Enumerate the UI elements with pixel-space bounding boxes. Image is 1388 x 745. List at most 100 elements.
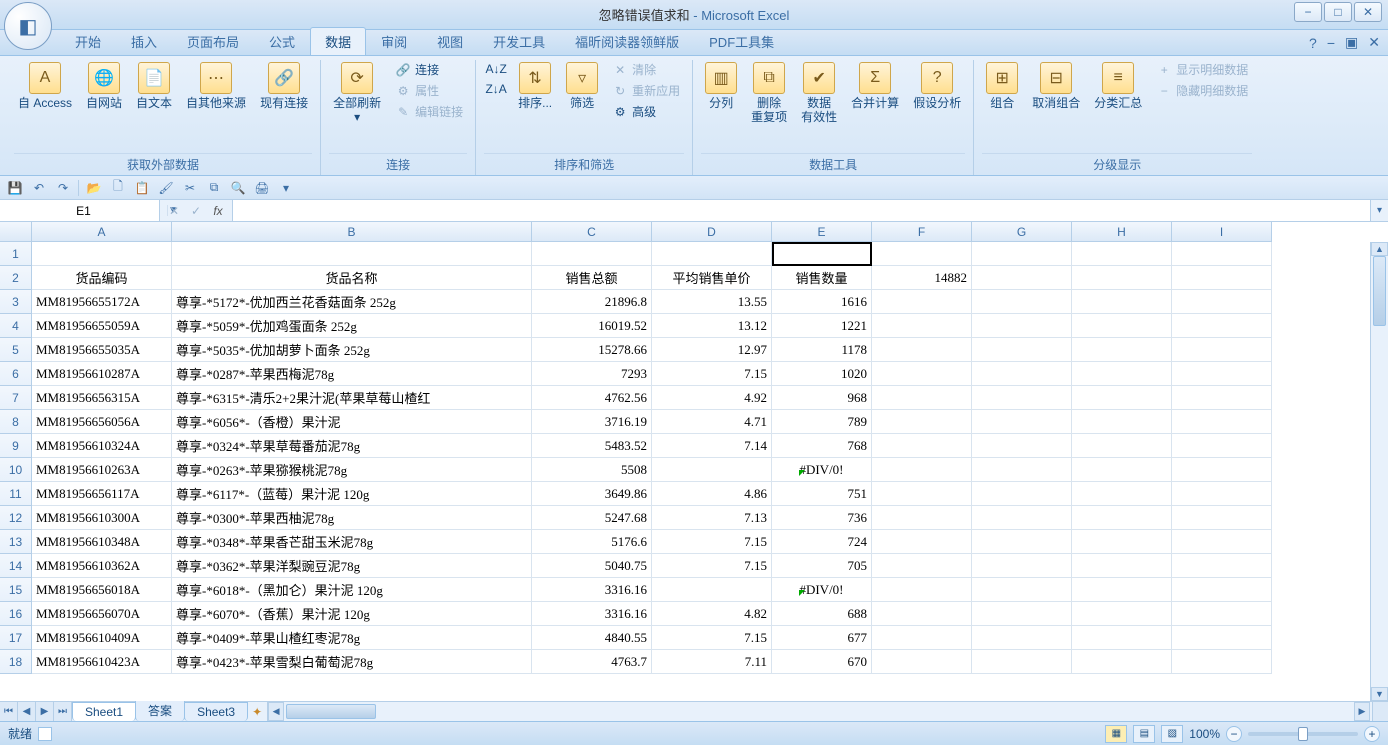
column-header[interactable]: G: [972, 222, 1072, 242]
cell[interactable]: MM81956610287A: [32, 362, 172, 386]
hscroll-thumb[interactable]: [286, 704, 376, 719]
scroll-right-icon[interactable]: ▶: [1354, 702, 1370, 721]
cell[interactable]: [972, 266, 1072, 290]
ribbon-tab-3[interactable]: 公式: [254, 27, 310, 55]
cell[interactable]: [1172, 530, 1272, 554]
row-header[interactable]: 4: [0, 314, 32, 338]
data-tool-button[interactable]: ⧉删除重复项: [747, 60, 791, 127]
cell[interactable]: [972, 290, 1072, 314]
name-box[interactable]: ▼: [0, 200, 160, 221]
cell[interactable]: #DIV/0!: [772, 578, 872, 602]
cell[interactable]: 7.15: [652, 554, 772, 578]
ribbon-tab-6[interactable]: 视图: [422, 27, 478, 55]
cell[interactable]: 7.11: [652, 650, 772, 674]
row-header[interactable]: 18: [0, 650, 32, 674]
cell[interactable]: [872, 578, 972, 602]
cell[interactable]: [652, 578, 772, 602]
data-tool-button[interactable]: ▥分列: [701, 60, 741, 112]
cell[interactable]: MM81956655172A: [32, 290, 172, 314]
cell[interactable]: 3316.16: [532, 602, 652, 626]
cell[interactable]: [872, 506, 972, 530]
cell[interactable]: [1072, 506, 1172, 530]
print-preview-icon[interactable]: 🔍: [229, 179, 247, 197]
zoom-slider[interactable]: [1248, 732, 1358, 736]
cell[interactable]: [652, 242, 772, 266]
cell[interactable]: 尊享-*0348*-苹果香芒甜玉米泥78g: [172, 530, 532, 554]
cell[interactable]: 688: [772, 602, 872, 626]
cell[interactable]: 销售数量: [772, 266, 872, 290]
row-header[interactable]: 8: [0, 410, 32, 434]
cell[interactable]: [1172, 242, 1272, 266]
cell[interactable]: [532, 242, 652, 266]
column-header[interactable]: C: [532, 222, 652, 242]
cell[interactable]: 平均销售单价: [652, 266, 772, 290]
zoom-in-button[interactable]: +: [1364, 726, 1380, 742]
zoom-level[interactable]: 100%: [1189, 727, 1220, 741]
outline-button[interactable]: ≡分类汇总: [1090, 60, 1146, 112]
sheet-nav-first[interactable]: ⏮: [0, 702, 18, 721]
copy-icon[interactable]: ⧉: [205, 179, 223, 197]
cell[interactable]: [972, 434, 1072, 458]
cell[interactable]: 705: [772, 554, 872, 578]
cell[interactable]: [872, 434, 972, 458]
cell[interactable]: [972, 338, 1072, 362]
cell[interactable]: 尊享-*5035*-优加胡萝卜面条 252g: [172, 338, 532, 362]
cell[interactable]: MM81956610348A: [32, 530, 172, 554]
cell[interactable]: 13.12: [652, 314, 772, 338]
row-header[interactable]: 14: [0, 554, 32, 578]
cell[interactable]: [872, 242, 972, 266]
outline-button[interactable]: ⊞组合: [982, 60, 1022, 112]
column-headers[interactable]: ABCDEFGHI: [32, 222, 1370, 242]
cell[interactable]: 7293: [532, 362, 652, 386]
outline-button[interactable]: ⊟取消组合: [1028, 60, 1084, 112]
cell[interactable]: [1172, 338, 1272, 362]
select-all-corner[interactable]: [0, 222, 32, 242]
cell[interactable]: 670: [772, 650, 872, 674]
ribbon-tab-7[interactable]: 开发工具: [478, 27, 560, 55]
cell[interactable]: [872, 362, 972, 386]
ribbon-tab-9[interactable]: PDF工具集: [694, 27, 789, 55]
cell[interactable]: [1172, 602, 1272, 626]
cell[interactable]: 尊享-*0423*-苹果雪梨白葡萄泥78g: [172, 650, 532, 674]
cell[interactable]: 尊享-*6070*-（香蕉）果汁泥 120g: [172, 602, 532, 626]
column-header[interactable]: D: [652, 222, 772, 242]
ext-data-button[interactable]: A自 Access: [14, 60, 76, 112]
row-header[interactable]: 1: [0, 242, 32, 266]
cell[interactable]: MM81956610423A: [32, 650, 172, 674]
cell[interactable]: 5176.6: [532, 530, 652, 554]
sort-za-button[interactable]: Z↓A: [484, 80, 508, 98]
cell[interactable]: [872, 386, 972, 410]
cell[interactable]: [1072, 626, 1172, 650]
cell[interactable]: 尊享-*6315*-清乐2+2果汁泥(苹果草莓山楂红: [172, 386, 532, 410]
cell[interactable]: [1072, 482, 1172, 506]
column-header[interactable]: A: [32, 222, 172, 242]
cell[interactable]: 销售总额: [532, 266, 652, 290]
cell[interactable]: [1172, 290, 1272, 314]
cell[interactable]: 3316.16: [532, 578, 652, 602]
cell[interactable]: 4762.56: [532, 386, 652, 410]
mdi-close[interactable]: ✕: [1368, 34, 1380, 51]
cell[interactable]: 7.14: [652, 434, 772, 458]
cell[interactable]: 货品名称: [172, 266, 532, 290]
print-icon[interactable]: 🖨: [253, 179, 271, 197]
view-normal-icon[interactable]: ▦: [1105, 725, 1127, 743]
cell[interactable]: 1616: [772, 290, 872, 314]
row-header[interactable]: 13: [0, 530, 32, 554]
window-maximize[interactable]: □: [1324, 2, 1352, 22]
cell[interactable]: [1172, 362, 1272, 386]
cell[interactable]: [1172, 578, 1272, 602]
row-header[interactable]: 2: [0, 266, 32, 290]
cell[interactable]: 4840.55: [532, 626, 652, 650]
new-icon[interactable]: 🗋: [109, 179, 127, 197]
zoom-out-button[interactable]: −: [1226, 726, 1242, 742]
cell[interactable]: 4.82: [652, 602, 772, 626]
row-header[interactable]: 11: [0, 482, 32, 506]
cell[interactable]: 789: [772, 410, 872, 434]
office-button[interactable]: ◧: [4, 2, 52, 50]
cell[interactable]: 尊享-*0362*-苹果洋梨豌豆泥78g: [172, 554, 532, 578]
refresh-all-button[interactable]: ⟳ 全部刷新 ▾: [329, 60, 385, 127]
enter-formula-icon[interactable]: ✓: [186, 202, 206, 220]
cell[interactable]: [872, 338, 972, 362]
cell[interactable]: [1072, 410, 1172, 434]
sort-az-button[interactable]: A↓Z: [484, 60, 508, 78]
